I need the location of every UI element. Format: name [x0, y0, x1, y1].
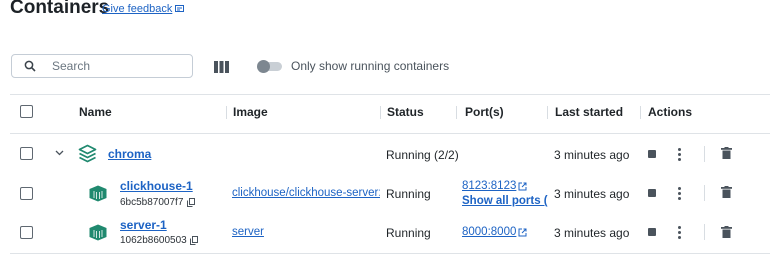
port-link[interactable]: 8000:8000: [462, 226, 516, 238]
container-last-started: 3 minutes ago: [554, 226, 630, 240]
stop-icon[interactable]: [648, 189, 656, 197]
group-name-link[interactable]: chroma: [108, 147, 151, 161]
action-divider: [704, 146, 705, 162]
group-last-started: 3 minutes ago: [554, 148, 630, 162]
container-id: 1062b8600503: [120, 235, 187, 246]
container-name-link[interactable]: server-1: [120, 218, 167, 232]
row-checkbox[interactable]: [20, 147, 33, 160]
feedback-label: Give feedback: [102, 3, 173, 15]
column-header-ports[interactable]: Port(s): [465, 105, 504, 119]
columns-icon[interactable]: [214, 61, 229, 73]
trash-icon[interactable]: [721, 186, 732, 198]
toggle-knob: [257, 60, 270, 73]
row-checkbox[interactable]: [20, 187, 33, 200]
action-divider: [704, 224, 705, 240]
action-divider: [704, 185, 705, 201]
group-status: Running (2/2): [386, 148, 459, 162]
external-link-icon: [518, 228, 527, 237]
running-only-toggle[interactable]: [257, 60, 282, 73]
more-vertical-icon[interactable]: [678, 148, 681, 163]
column-divider: [226, 106, 227, 119]
port-link[interactable]: 8123:8123: [462, 180, 516, 192]
container-last-started: 3 minutes ago: [554, 187, 630, 201]
column-divider: [380, 106, 381, 119]
container-icon: [89, 185, 107, 202]
trash-icon[interactable]: [721, 147, 732, 159]
select-all-checkbox[interactable]: [20, 105, 33, 118]
stack-icon: [78, 144, 97, 163]
row-bottom-border: [10, 253, 770, 254]
search-box[interactable]: [11, 54, 193, 78]
chevron-down-icon[interactable]: [55, 150, 64, 156]
image-link[interactable]: server: [232, 226, 264, 238]
page-title: Containers: [10, 0, 110, 18]
container-name-link[interactable]: clickhouse-1: [120, 179, 193, 193]
image-link[interactable]: clickhouse/clickhouse-server:: [232, 187, 380, 199]
column-header-image[interactable]: Image: [233, 105, 268, 119]
table-top-border: [10, 94, 770, 95]
toggle-label: Only show running containers: [291, 59, 450, 73]
header-bottom-border: [10, 133, 770, 134]
trash-icon[interactable]: [721, 226, 732, 238]
copy-icon[interactable]: [190, 236, 198, 245]
search-input[interactable]: [50, 58, 184, 74]
column-header-name[interactable]: Name: [79, 105, 112, 119]
column-divider: [547, 106, 548, 119]
give-feedback-link[interactable]: Give feedback: [102, 3, 185, 15]
column-divider: [640, 106, 641, 119]
column-header-last-started[interactable]: Last started: [555, 105, 623, 119]
stop-icon[interactable]: [648, 228, 656, 236]
more-vertical-icon[interactable]: [678, 226, 681, 241]
container-status: Running: [386, 187, 431, 201]
column-header-status[interactable]: Status: [387, 105, 424, 119]
container-icon: [89, 224, 107, 241]
copy-icon[interactable]: [187, 198, 195, 207]
external-link-icon: [518, 182, 527, 191]
column-divider: [456, 106, 457, 119]
row-checkbox[interactable]: [20, 226, 33, 239]
stop-icon[interactable]: [648, 150, 656, 158]
show-all-ports-link[interactable]: Show all ports (2: [462, 195, 548, 207]
search-icon: [24, 60, 36, 72]
column-header-actions: Actions: [648, 105, 693, 119]
container-id: 6bc5b87007f7: [120, 197, 184, 208]
more-vertical-icon[interactable]: [678, 187, 681, 202]
container-status: Running: [386, 226, 431, 240]
feedback-icon: [175, 4, 185, 12]
